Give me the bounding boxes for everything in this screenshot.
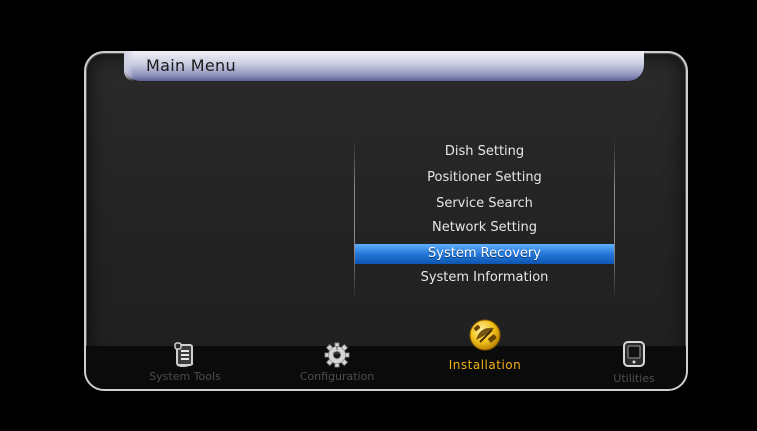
menu-item-system-recovery[interactable]: System Recovery [355,244,614,264]
menu-item-positioner-setting[interactable]: Positioner Setting [355,168,614,188]
tablet-icon [622,340,646,368]
tab-system-tools[interactable]: System Tools [130,340,240,388]
tab-installation[interactable]: Installation [430,318,540,378]
menu-item-service-search[interactable]: Service Search [355,194,614,214]
notepad-icon [174,342,196,368]
tab-label: Configuration [299,370,375,383]
page-title: Main Menu [146,56,236,75]
menu-item-dish-setting[interactable]: Dish Setting [355,142,614,162]
gear-icon [324,342,350,368]
menu-item-system-information[interactable]: System Information [355,268,614,288]
tv-screen: Main Menu Dish Setting Positioner Settin… [0,0,757,431]
tab-label: Installation [448,358,522,372]
satellite-icon [468,318,502,352]
tab-label: Utilities [613,372,655,385]
tab-utilities[interactable]: Utilities [584,340,684,388]
title-tab: Main Menu [124,51,644,81]
tab-configuration[interactable]: Configuration [282,340,392,388]
installation-submenu: Dish Setting Positioner Setting Service … [354,138,615,300]
menu-item-network-setting[interactable]: Network Setting [355,218,614,238]
tab-label: System Tools [149,370,221,383]
